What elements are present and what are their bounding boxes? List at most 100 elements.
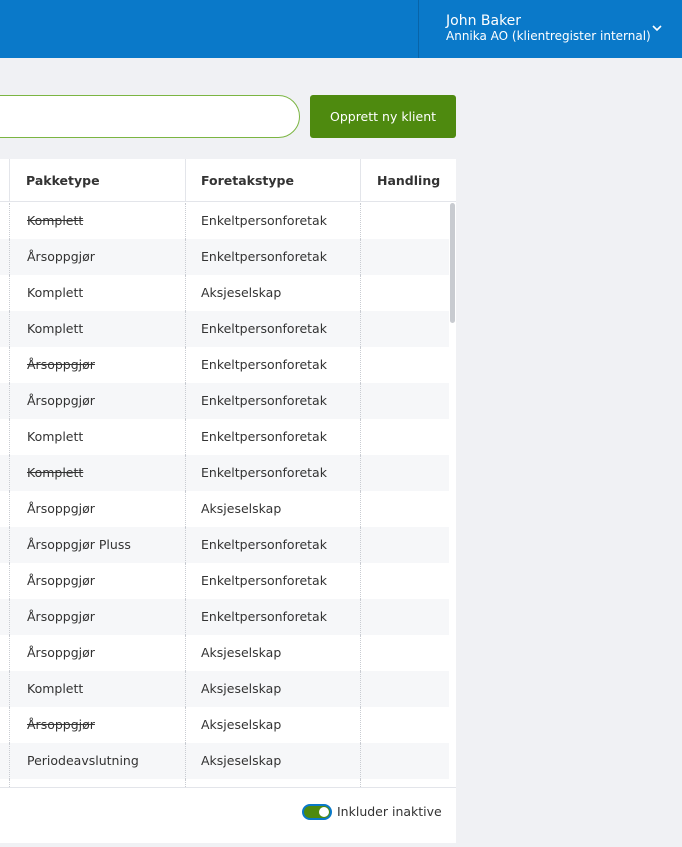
cell-separator bbox=[9, 491, 10, 527]
table-row[interactable]: Årsoppgjør Aksjeselskap bbox=[0, 635, 449, 671]
cell-separator bbox=[185, 455, 186, 491]
cell-separator bbox=[9, 599, 10, 635]
column-header-foretakstype[interactable]: Foretakstype bbox=[201, 159, 294, 202]
table-row[interactable]: Årsoppgjør Aksjeselskap bbox=[0, 707, 449, 743]
search-input[interactable] bbox=[0, 95, 300, 138]
cell-separator bbox=[185, 779, 186, 787]
cell-separator bbox=[185, 527, 186, 563]
cell-pakketype: Årsoppgjør bbox=[27, 717, 95, 732]
table-row[interactable]: Komplett Enkeltpersonforetak bbox=[0, 311, 449, 347]
cell-pakketype: Komplett bbox=[27, 429, 84, 444]
cell-pakketype: Komplett bbox=[27, 213, 84, 228]
column-separator bbox=[360, 159, 361, 202]
user-name: John Baker bbox=[446, 13, 522, 29]
cell-separator bbox=[185, 311, 186, 347]
include-inactive-label: Inkluder inaktive bbox=[337, 804, 442, 819]
table-row[interactable]: Komplett Enkeltpersonforetak bbox=[0, 455, 449, 491]
cell-pakketype: Komplett bbox=[27, 321, 84, 336]
scrollbar[interactable] bbox=[449, 203, 456, 787]
cell-foretakstype: Enkeltpersonforetak bbox=[201, 573, 327, 588]
cell-separator bbox=[185, 707, 186, 743]
cell-separator bbox=[360, 455, 361, 491]
cell-foretakstype: Enkeltpersonforetak bbox=[201, 213, 327, 228]
cell-pakketype: Årsoppgjør bbox=[27, 249, 95, 264]
cell-separator bbox=[9, 239, 10, 275]
cell-separator bbox=[9, 707, 10, 743]
cell-separator bbox=[360, 779, 361, 787]
cell-separator bbox=[9, 779, 10, 787]
cell-separator bbox=[360, 671, 361, 707]
cell-separator bbox=[360, 563, 361, 599]
cell-separator bbox=[9, 743, 10, 779]
cell-foretakstype: Enkeltpersonforetak bbox=[201, 321, 327, 336]
table-row[interactable]: Årsoppgjør Pluss Enkeltpersonforetak bbox=[0, 527, 449, 563]
toggle-knob bbox=[319, 807, 329, 817]
cell-pakketype: Årsoppgjør bbox=[27, 645, 95, 660]
cell-separator bbox=[360, 419, 361, 455]
client-table: Pakketype Foretakstype Handling Komplett… bbox=[0, 159, 456, 843]
cell-pakketype: Komplett bbox=[27, 285, 84, 300]
table-row[interactable]: Komplett Enkeltpersonforetak bbox=[0, 419, 449, 455]
cell-pakketype: Periodeavslutning bbox=[27, 753, 139, 768]
cell-pakketype: Komplett bbox=[27, 681, 84, 696]
table-row[interactable]: Årsoppgjør Enkeltpersonforetak bbox=[0, 239, 449, 275]
cell-separator bbox=[9, 563, 10, 599]
scrollbar-thumb[interactable] bbox=[450, 203, 455, 323]
cell-separator bbox=[9, 311, 10, 347]
cell-separator bbox=[185, 419, 186, 455]
table-footer: Inkluder inaktive bbox=[0, 787, 456, 843]
cell-separator bbox=[185, 203, 186, 239]
cell-separator bbox=[9, 455, 10, 491]
cell-separator bbox=[360, 275, 361, 311]
table-header: Pakketype Foretakstype Handling bbox=[0, 159, 456, 202]
cell-separator bbox=[360, 203, 361, 239]
user-menu[interactable]: John Baker Annika AO (klientregister int… bbox=[419, 0, 682, 58]
table-row[interactable]: Periodeavslutning Aksjeselskap bbox=[0, 743, 449, 779]
cell-separator bbox=[9, 635, 10, 671]
cell-separator bbox=[360, 311, 361, 347]
cell-separator bbox=[185, 671, 186, 707]
create-client-button[interactable]: Opprett ny klient bbox=[310, 95, 456, 138]
cell-separator bbox=[185, 635, 186, 671]
table-body: Komplett Enkeltpersonforetak Årsoppgjør Enk… bbox=[0, 203, 449, 787]
cell-pakketype: Komplett bbox=[27, 465, 84, 480]
cell-foretakstype: Aksjeselskap bbox=[201, 285, 282, 300]
cell-pakketype: Årsoppgjør bbox=[27, 501, 95, 516]
cell-foretakstype: Aksjeselskap bbox=[201, 717, 282, 732]
cell-separator bbox=[185, 599, 186, 635]
cell-foretakstype: Enkeltpersonforetak bbox=[201, 465, 327, 480]
column-header-handling: Handling bbox=[377, 173, 441, 188]
table-row[interactable]: Komplett Enkeltpersonforetak bbox=[0, 203, 449, 239]
column-header-pakketype[interactable]: Pakketype bbox=[26, 159, 100, 202]
table-row[interactable] bbox=[0, 779, 449, 787]
cell-separator bbox=[185, 743, 186, 779]
cell-separator bbox=[360, 491, 361, 527]
cell-foretakstype: Enkeltpersonforetak bbox=[201, 609, 327, 624]
organization-name: Annika AO (klientregister internal) bbox=[446, 29, 651, 43]
table-row[interactable]: Komplett Aksjeselskap bbox=[0, 275, 449, 311]
cell-foretakstype: Enkeltpersonforetak bbox=[201, 357, 327, 372]
column-separator bbox=[9, 159, 10, 202]
table-row[interactable]: Årsoppgjør Enkeltpersonforetak bbox=[0, 383, 449, 419]
table-row[interactable]: Komplett Aksjeselskap bbox=[0, 671, 449, 707]
cell-pakketype: Årsoppgjør Pluss bbox=[27, 537, 131, 552]
chevron-down-icon[interactable] bbox=[651, 22, 663, 34]
column-separator bbox=[185, 159, 186, 202]
cell-separator bbox=[185, 491, 186, 527]
cell-separator bbox=[360, 635, 361, 671]
cell-pakketype: Årsoppgjør bbox=[27, 609, 95, 624]
table-row[interactable]: Årsoppgjør Enkeltpersonforetak bbox=[0, 563, 449, 599]
cell-separator bbox=[360, 707, 361, 743]
cell-separator bbox=[185, 239, 186, 275]
cell-separator bbox=[185, 383, 186, 419]
table-row[interactable]: Årsoppgjør Aksjeselskap bbox=[0, 491, 449, 527]
cell-separator bbox=[9, 671, 10, 707]
table-row[interactable]: Årsoppgjør Enkeltpersonforetak bbox=[0, 599, 449, 635]
cell-separator bbox=[9, 347, 10, 383]
cell-separator bbox=[360, 239, 361, 275]
include-inactive-toggle[interactable] bbox=[302, 804, 332, 820]
cell-separator bbox=[185, 563, 186, 599]
cell-separator bbox=[185, 275, 186, 311]
table-row[interactable]: Årsoppgjør Enkeltpersonforetak bbox=[0, 347, 449, 383]
cell-separator bbox=[9, 527, 10, 563]
